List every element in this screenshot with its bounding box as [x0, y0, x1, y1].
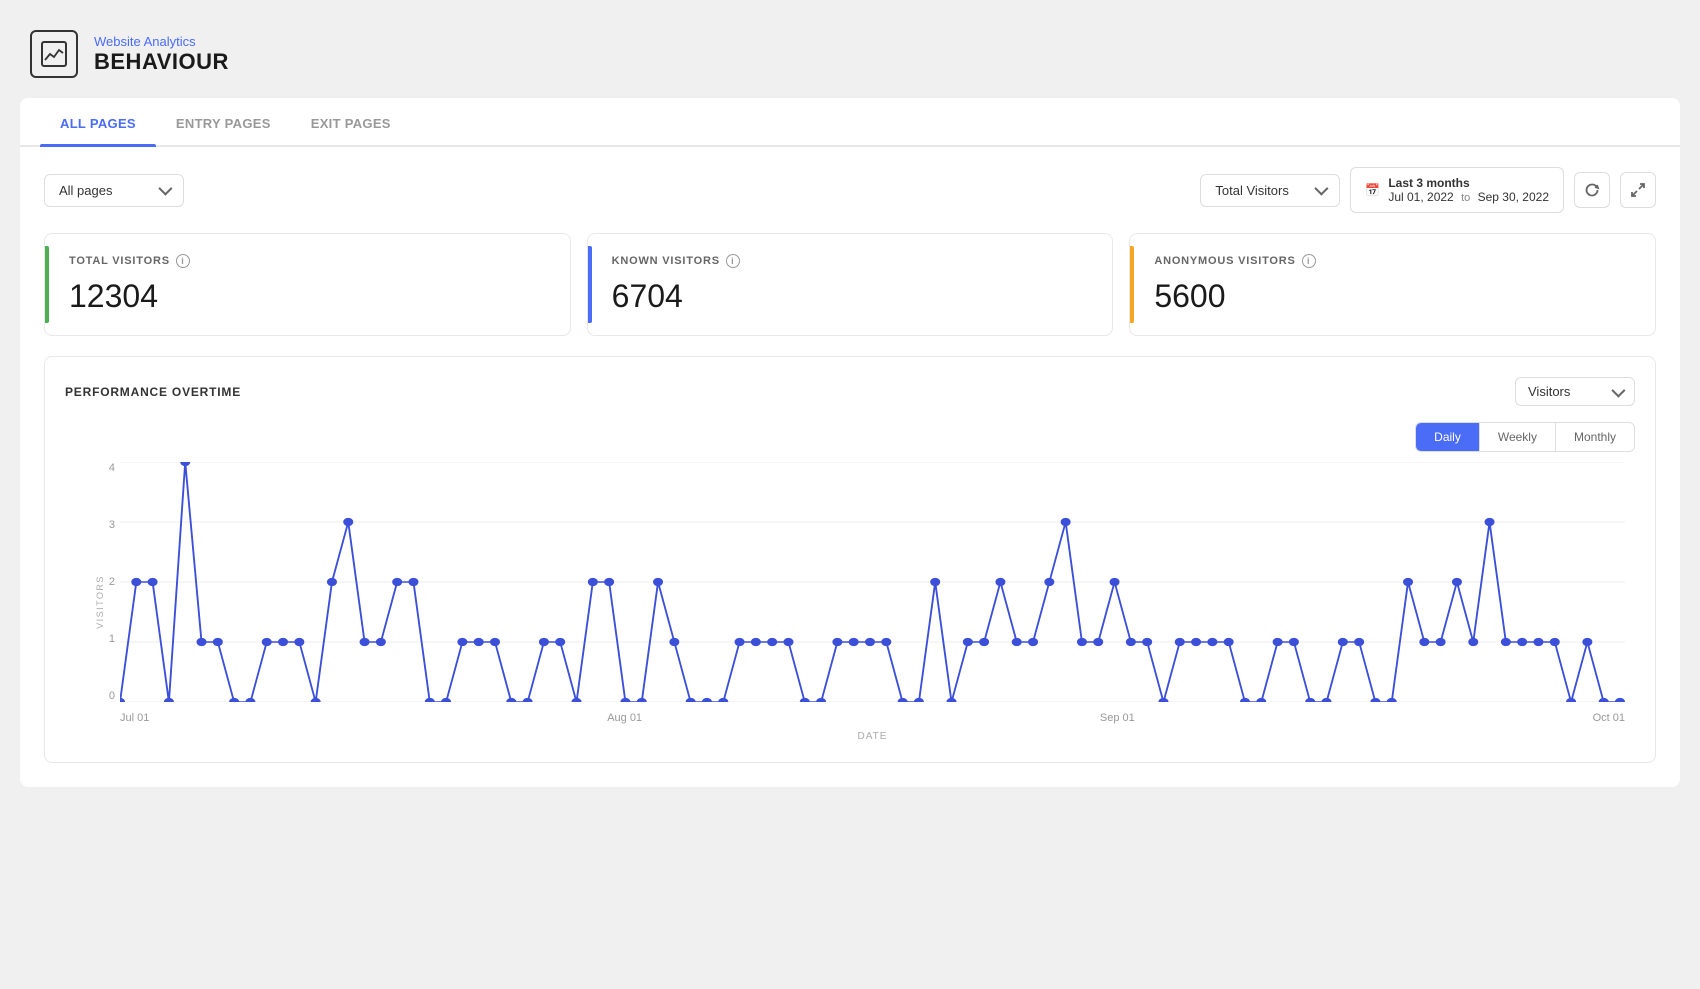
header-text: Website Analytics BEHAVIOUR: [94, 34, 229, 75]
stats-row: TOTAL VISITORS i 12304 KNOWN VISITORS i …: [20, 233, 1680, 356]
date-to: Sep 30, 2022: [1478, 190, 1549, 204]
y-label-0: 0: [109, 690, 115, 702]
tab-exit-pages[interactable]: EXIT PAGES: [291, 98, 411, 145]
x-label-aug: Aug 01: [607, 712, 642, 724]
analytics-icon: [30, 30, 78, 78]
chart-area: VISITORS 4 3 2 1 0: [65, 462, 1635, 742]
chart-section: PERFORMANCE OVERTIME Visitors Daily Week…: [44, 356, 1656, 763]
tab-entry-pages[interactable]: ENTRY PAGES: [156, 98, 291, 145]
refresh-button[interactable]: [1574, 172, 1610, 208]
stat-anonymous-label: ANONYMOUS VISITORS i: [1154, 254, 1631, 268]
monthly-button[interactable]: Monthly: [1556, 423, 1634, 451]
stat-total-label: TOTAL VISITORS i: [69, 254, 546, 268]
expand-button[interactable]: [1620, 172, 1656, 208]
stat-total-visitors: TOTAL VISITORS i 12304: [44, 233, 571, 336]
metric-dropdown-chevron: [1315, 182, 1329, 196]
chart-controls: Visitors: [1515, 377, 1635, 406]
y-label-1: 1: [109, 633, 115, 645]
stat-known-value: 6704: [612, 278, 1089, 315]
date-to-word: to: [1461, 192, 1470, 204]
controls-left: All pages: [44, 174, 184, 207]
calendar-icon: 📅: [1365, 183, 1380, 197]
date-picker-content: Last 3 months Jul 01, 2022 to Sep 30, 20…: [1388, 176, 1549, 204]
known-visitors-info-icon[interactable]: i: [726, 254, 740, 268]
total-visitors-info-icon[interactable]: i: [176, 254, 190, 268]
main-card: ALL PAGES ENTRY PAGES EXIT PAGES All pag…: [20, 98, 1680, 787]
x-label-sep: Sep 01: [1100, 712, 1135, 724]
tab-all-pages[interactable]: ALL PAGES: [40, 98, 156, 145]
stat-total-value: 12304: [69, 278, 546, 315]
x-label-oct: Oct 01: [1593, 712, 1625, 724]
y-label-2: 2: [109, 576, 115, 588]
period-buttons: Daily Weekly Monthly: [1415, 422, 1635, 452]
page-wrapper: Website Analytics BEHAVIOUR ALL PAGES EN…: [0, 0, 1700, 989]
stat-known-label: KNOWN VISITORS i: [612, 254, 1089, 268]
pages-dropdown-label: All pages: [59, 183, 112, 198]
stat-anonymous-visitors: ANONYMOUS VISITORS i 5600: [1129, 233, 1656, 336]
chart-title: PERFORMANCE OVERTIME: [65, 385, 241, 399]
weekly-button[interactable]: Weekly: [1480, 423, 1556, 451]
chart-header: PERFORMANCE OVERTIME Visitors: [65, 377, 1635, 406]
y-label-3: 3: [109, 519, 115, 531]
date-from: Jul 01, 2022: [1388, 190, 1453, 204]
pages-dropdown-chevron: [158, 182, 172, 196]
visitors-dropdown[interactable]: Visitors: [1515, 377, 1635, 406]
visitors-dropdown-label: Visitors: [1528, 384, 1570, 399]
date-range-label: Last 3 months: [1388, 176, 1549, 190]
daily-button[interactable]: Daily: [1416, 423, 1480, 451]
header-subtitle: Website Analytics: [94, 34, 229, 49]
date-picker[interactable]: 📅 Last 3 months Jul 01, 2022 to Sep 30, …: [1350, 167, 1564, 213]
tabs-bar: ALL PAGES ENTRY PAGES EXIT PAGES: [20, 98, 1680, 147]
stat-anonymous-value: 5600: [1154, 278, 1631, 315]
y-label-4: 4: [109, 462, 115, 474]
pages-dropdown[interactable]: All pages: [44, 174, 184, 207]
metric-dropdown-label: Total Visitors: [1215, 183, 1288, 198]
metric-dropdown[interactable]: Total Visitors: [1200, 174, 1340, 207]
anonymous-visitors-info-icon[interactable]: i: [1302, 254, 1316, 268]
date-range-detail: Jul 01, 2022 to Sep 30, 2022: [1388, 190, 1549, 204]
x-label-jul: Jul 01: [120, 712, 149, 724]
stat-known-visitors: KNOWN VISITORS i 6704: [587, 233, 1114, 336]
visitors-dropdown-chevron: [1611, 383, 1625, 397]
page-header: Website Analytics BEHAVIOUR: [20, 20, 1680, 98]
controls-right: Total Visitors 📅 Last 3 months Jul 01, 2…: [1200, 167, 1656, 213]
x-axis-label: DATE: [120, 731, 1625, 742]
controls-bar: All pages Total Visitors 📅 Last 3 months…: [20, 147, 1680, 233]
header-title: BEHAVIOUR: [94, 49, 229, 75]
chart-svg: [120, 462, 1625, 702]
